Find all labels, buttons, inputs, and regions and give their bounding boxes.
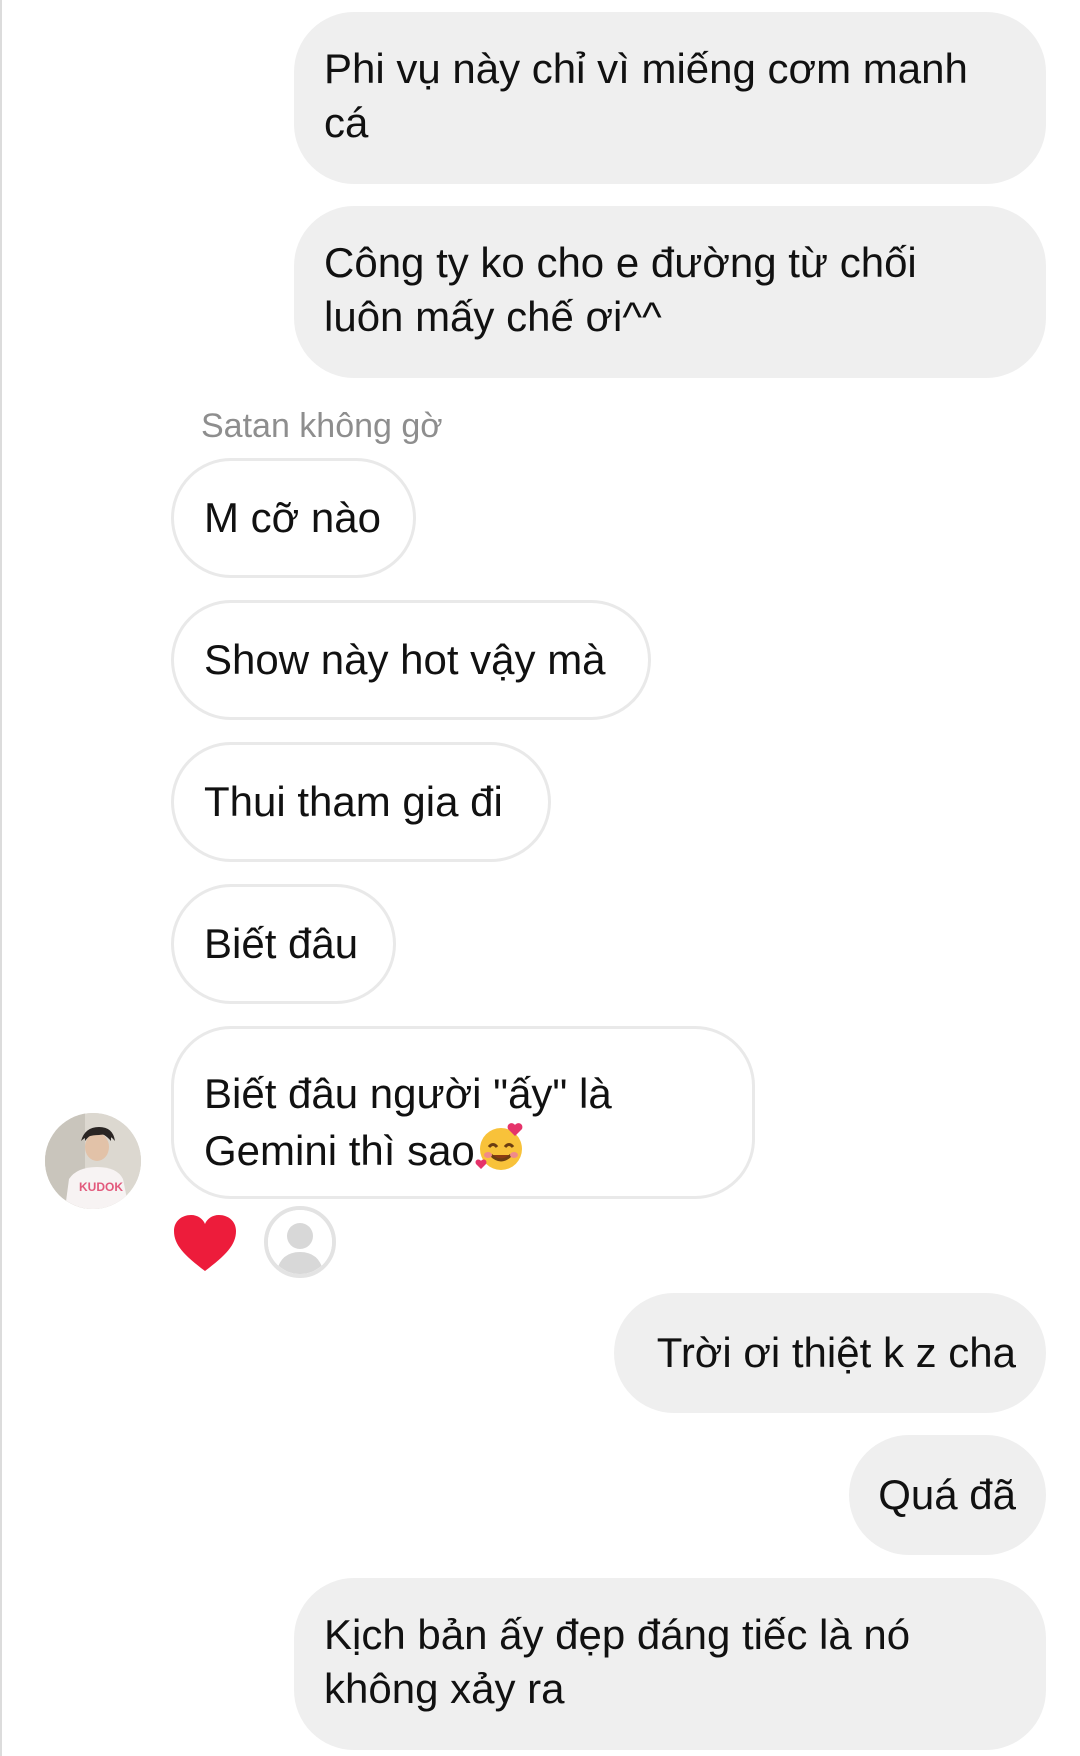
message-bubble-outgoing[interactable]: Quá đã xyxy=(849,1435,1046,1555)
message-bubble-incoming[interactable]: Show này hot vậy mà xyxy=(171,600,651,720)
message-bubble-incoming[interactable]: Biết đâu xyxy=(171,884,396,1004)
message-bubble-incoming[interactable]: M cỡ nào xyxy=(171,458,416,578)
message-bubble-incoming[interactable]: Biết đâu người "ấy" là Gemini thì sao xyxy=(171,1026,755,1199)
message-text-line: Biết đâu người "ấy" là xyxy=(204,1070,612,1117)
contact-avatar[interactable]: KUDOK xyxy=(45,1113,141,1209)
message-text: Thui tham gia đi xyxy=(204,778,503,825)
message-bubble-outgoing[interactable]: Phi vụ này chỉ vì miếng cơm manh cá xyxy=(294,12,1046,184)
default-avatar-icon[interactable] xyxy=(264,1206,336,1278)
message-bubble-outgoing[interactable]: Trời ơi thiệt k z cha xyxy=(614,1293,1046,1413)
svg-text:KUDOK: KUDOK xyxy=(79,1180,123,1194)
message-bubble-outgoing[interactable]: Công ty ko cho e đường từ chối luôn mấy … xyxy=(294,206,1046,378)
avatar-photo: KUDOK xyxy=(45,1113,141,1209)
message-text: Biết đâu xyxy=(204,920,359,967)
smiling-face-with-hearts-emoji xyxy=(475,1123,523,1170)
message-text: Show này hot vậy mà xyxy=(204,636,606,683)
message-text-line: Phi vụ này chỉ vì miếng cơm manh xyxy=(324,45,968,92)
message-text: Quá đã xyxy=(878,1471,1016,1518)
left-edge-divider xyxy=(0,0,2,1756)
sender-name: Satan không gờ xyxy=(201,407,443,445)
message-text-line-with-emoji: Gemini thì sao xyxy=(204,1121,722,1178)
message-bubble-outgoing[interactable]: Kịch bản ấy đẹp đáng tiếc là nó không xả… xyxy=(294,1578,1046,1750)
message-text: M cỡ nào xyxy=(204,494,381,541)
message-text-line: Kịch bản ấy đẹp đáng tiếc là nó xyxy=(324,1611,911,1658)
message-text-line: luôn mấy chế ơi^^ xyxy=(324,293,662,340)
message-text-line: cá xyxy=(324,99,369,146)
message-text: Gemini thì sao xyxy=(204,1127,475,1174)
message-text: Trời ơi thiệt k z cha xyxy=(656,1329,1016,1376)
heart-icon[interactable] xyxy=(172,1213,238,1275)
message-text-line: Công ty ko cho e đường từ chối xyxy=(324,239,917,286)
message-bubble-incoming[interactable]: Thui tham gia đi xyxy=(171,742,551,862)
message-text-line: không xảy ra xyxy=(324,1665,565,1712)
person-silhouette-icon xyxy=(268,1210,332,1274)
